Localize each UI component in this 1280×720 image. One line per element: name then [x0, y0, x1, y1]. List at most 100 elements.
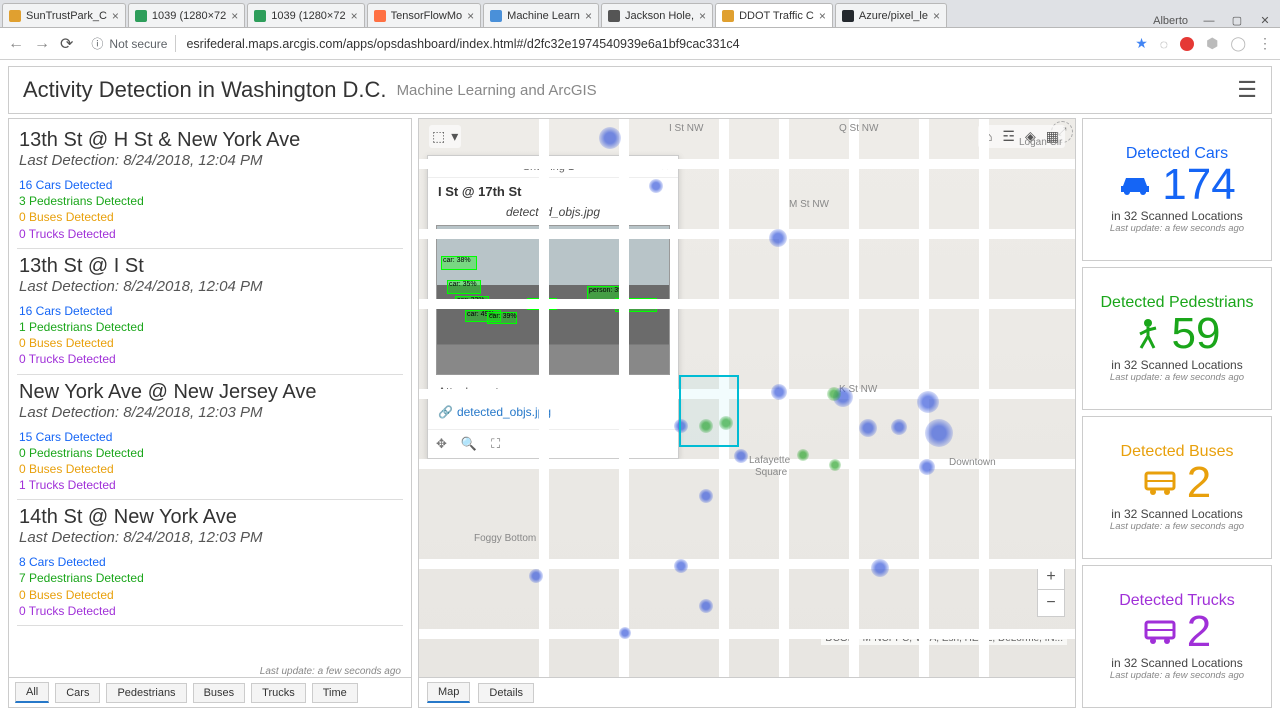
stat-subtitle: in 32 Scanned Locations — [1111, 209, 1242, 223]
tab-title: 1039 (1280×72 — [152, 10, 226, 22]
tab-title: DDOT Traffic C — [739, 10, 814, 22]
tab-close-icon[interactable]: × — [112, 9, 119, 23]
filter-tabs: All Cars Pedestrians BusesTrucks Time — [9, 677, 411, 707]
url-input[interactable] — [186, 37, 1125, 51]
detection-time: Last Detection: 8/24/2018, 12:03 PM — [19, 404, 401, 421]
page-title: Activity Detection in Washington D.C. — [23, 77, 387, 103]
stat-card-ped: Detected Pedestrians59in 32 Scanned Loca… — [1082, 267, 1272, 410]
map-selection-box — [679, 375, 739, 447]
map-marker[interactable] — [599, 127, 621, 149]
map-marker[interactable] — [769, 229, 787, 247]
map-marker[interactable] — [619, 627, 631, 639]
map-marker[interactable] — [771, 384, 787, 400]
browser-tab[interactable]: 1039 (1280×72 × — [128, 3, 245, 27]
detection-item[interactable]: New York Ave @ New Jersey AveLast Detect… — [17, 375, 403, 501]
detection-box: car: 35% — [447, 280, 481, 294]
map-tools-left: ⬚ ▾ — [429, 125, 461, 148]
detection-item[interactable]: 13th St @ I StLast Detection: 8/24/2018,… — [17, 249, 403, 375]
browser-tab[interactable]: 1039 (1280×72× — [247, 3, 364, 27]
tab-close-icon[interactable]: × — [819, 9, 826, 23]
tab-close-icon[interactable]: × — [231, 9, 238, 23]
extension-grey-icon[interactable]: ⬢ — [1206, 35, 1218, 52]
filter-tab-buses[interactable]: Buses — [193, 683, 246, 703]
map-marker[interactable] — [797, 449, 809, 461]
map-marker[interactable] — [917, 391, 939, 413]
map-marker[interactable] — [925, 419, 953, 447]
map-canvas[interactable]: ⤢ ⬚ ▾ ⌂ ☲ ◈ ▦ + − DCGIS, M-NCPPC, VITA, … — [419, 119, 1075, 677]
detection-time: Last Detection: 8/24/2018, 12:04 PM — [19, 278, 401, 295]
detection-location: 13th St @ I St — [19, 255, 401, 278]
tab-close-icon[interactable]: × — [933, 9, 940, 23]
map-select-icon[interactable]: ⬚ — [432, 128, 445, 145]
detection-stats: 16 Cars Detected3 Pedestrians Detected0 … — [19, 177, 401, 242]
tab-close-icon[interactable]: × — [467, 9, 474, 23]
dashboard-body: 13th St @ H St & New York AveLast Detect… — [0, 118, 1280, 716]
map-marker[interactable] — [734, 449, 748, 463]
detections-list[interactable]: 13th St @ H St & New York AveLast Detect… — [9, 119, 411, 677]
filter-tab-cars[interactable]: Cars — [55, 683, 100, 703]
map-marker[interactable] — [829, 459, 841, 471]
tab-close-icon[interactable]: × — [585, 9, 592, 23]
map-tab-map[interactable]: Map — [427, 682, 470, 703]
attachment-link[interactable]: 🔗 detected_objs.jpg — [428, 403, 678, 429]
nav-back-icon[interactable]: ← — [8, 35, 24, 53]
map-marker[interactable] — [674, 559, 688, 573]
filter-tab-pedestrians[interactable]: Pedestrians — [106, 683, 186, 703]
map-legend-icon[interactable]: ☲ — [1002, 128, 1015, 145]
map-marker[interactable] — [649, 179, 663, 193]
security-indicator[interactable]: ⓘ Not secure — [83, 35, 176, 52]
browser-tab[interactable]: Jackson Hole,× — [601, 3, 713, 27]
popup-zoom-icon[interactable]: 🔍 — [461, 436, 477, 452]
browser-tab[interactable]: DDOT Traffic C × — [715, 3, 833, 27]
detection-location: New York Ave @ New Jersey Ave — [19, 381, 401, 404]
popup-fullscreen-icon[interactable]: ⛶ — [491, 436, 500, 452]
nav-forward-icon[interactable]: → — [34, 35, 50, 53]
map-street-label: Lafayette — [749, 455, 790, 466]
popup-pan-icon[interactable]: ✥ — [436, 436, 447, 452]
window-maximize[interactable]: ▢ — [1230, 14, 1244, 27]
stat-subtitle: in 32 Scanned Locations — [1111, 656, 1242, 670]
map-panel: ⤢ ⬚ ▾ ⌂ ☲ ◈ ▦ + − DCGIS, M-NCPPC, VITA, … — [418, 118, 1076, 708]
menu-icon[interactable]: ☰ — [1237, 77, 1257, 103]
favicon-icon — [490, 10, 502, 22]
map-marker[interactable] — [871, 559, 889, 577]
pedestrians-count: 3 Pedestrians Detected — [19, 193, 401, 209]
map-street-label: Foggy Bottom — [474, 533, 536, 544]
popup-image-name: detected_objs.jpg — [428, 205, 678, 225]
tab-close-icon[interactable]: × — [351, 9, 358, 23]
detection-item[interactable]: 14th St @ New York AveLast Detection: 8/… — [17, 500, 403, 626]
map-marker[interactable] — [859, 419, 877, 437]
cars-count: 16 Cars Detected — [19, 177, 401, 193]
zoom-out-button[interactable]: − — [1038, 590, 1064, 616]
extension-icon[interactable]: ◌ — [1160, 36, 1168, 52]
nav-reload-icon[interactable]: ⟳ — [60, 34, 73, 54]
tab-close-icon[interactable]: × — [699, 9, 706, 23]
window-minimize[interactable]: — — [1202, 15, 1216, 27]
map-marker[interactable] — [827, 387, 841, 401]
browser-address-bar: ← → ⟳ ⓘ Not secure ★ ◌ ⬢ ◯ ⋮ — [0, 28, 1280, 60]
map-marker[interactable] — [891, 419, 907, 435]
stats-panel: Detected Cars174in 32 Scanned LocationsL… — [1082, 118, 1272, 708]
browser-tab[interactable]: TensorFlowMo× — [367, 3, 482, 27]
browser-tab[interactable]: SunTrustPark_C× — [2, 3, 126, 27]
map-dropdown-icon[interactable]: ▾ — [451, 128, 458, 145]
security-label: Not secure — [109, 37, 167, 51]
browser-menu-icon[interactable]: ⋮ — [1258, 35, 1272, 52]
map-marker[interactable] — [529, 569, 543, 583]
map-marker[interactable] — [699, 489, 713, 503]
window-close[interactable]: ✕ — [1258, 14, 1272, 27]
extension-red-icon[interactable] — [1180, 37, 1194, 51]
filter-tab-trucks[interactable]: Trucks — [251, 683, 306, 703]
map-marker[interactable] — [919, 459, 935, 475]
detection-item[interactable]: 13th St @ H St & New York AveLast Detect… — [17, 123, 403, 249]
profile-icon[interactable]: ◯ — [1230, 35, 1246, 52]
filter-tab-time[interactable]: Time — [312, 683, 358, 703]
stat-value: 59 — [1172, 312, 1221, 356]
browser-tab[interactable]: Machine Learn× — [483, 3, 599, 27]
map-marker[interactable] — [699, 599, 713, 613]
browser-tab[interactable]: Azure/pixel_le× — [835, 3, 947, 27]
detection-time: Last Detection: 8/24/2018, 12:03 PM — [19, 529, 401, 546]
map-tab-details[interactable]: Details — [478, 683, 534, 703]
bookmark-star-icon[interactable]: ★ — [1135, 35, 1148, 52]
filter-tab-all[interactable]: All — [15, 682, 49, 703]
